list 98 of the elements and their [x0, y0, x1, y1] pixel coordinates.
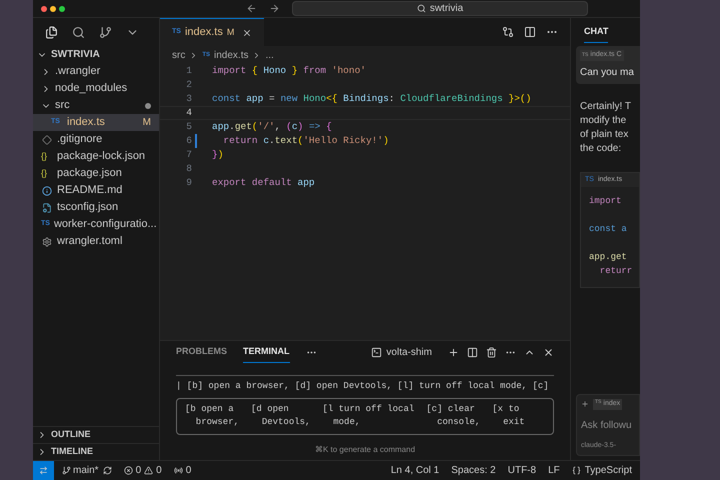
back-arrow-icon[interactable] [246, 3, 257, 14]
file-tree-item[interactable]: src [33, 97, 159, 114]
error-icon [124, 466, 133, 475]
code-text: export default app [212, 176, 315, 190]
message-text: Can you ma [580, 66, 635, 80]
file-tree-item[interactable]: README.md [33, 182, 159, 199]
info-file-icon [41, 186, 53, 196]
search-field[interactable]: swtrivia [292, 1, 588, 16]
remote-icon [39, 466, 48, 475]
sync-icon[interactable] [102, 466, 112, 475]
search-icon[interactable] [72, 26, 85, 38]
breadcrumb-item[interactable]: ... [265, 48, 274, 62]
file-tree-item[interactable]: {} package.json [33, 165, 159, 182]
file-tree-item[interactable]: .wrangler [33, 63, 159, 80]
code-text: import [589, 195, 622, 208]
explorer-header[interactable]: SWTRIVIA [33, 46, 159, 63]
add-icon[interactable] [581, 400, 589, 408]
sidebar-section-header[interactable]: OUTLINE [33, 426, 159, 443]
reply-text: Certainly! T [580, 100, 632, 114]
branch-button[interactable]: main* [62, 463, 99, 478]
status-item[interactable]: UTF-8 [508, 463, 536, 478]
split-terminal-icon[interactable] [467, 346, 478, 358]
file-name: index.ts [67, 115, 106, 130]
search-icon [416, 4, 426, 13]
file-tree-item[interactable]: tsconfig.json [33, 199, 159, 216]
gear-file-icon [41, 236, 53, 246]
input-field[interactable]: Ask followu [581, 418, 635, 432]
file-name: tsconfig.json [57, 200, 120, 216]
antenna-icon [174, 466, 183, 475]
panel-tab[interactable]: PROBLEMS [176, 341, 228, 363]
chat-tab[interactable]: CHAT [584, 20, 608, 44]
file-tree-item[interactable]: {} package-lock.json [33, 148, 159, 165]
terminal-box-text: [c] clear console, [426, 402, 480, 429]
status-item[interactable]: LF [548, 463, 560, 478]
file-name: .wrangler [55, 64, 102, 80]
terminal-box-text: [x to exit [492, 402, 525, 429]
line-number: 1 [185, 64, 192, 78]
file-name: node_modules [55, 81, 128, 96]
terminal-icon [371, 346, 382, 358]
line-number: 7 [185, 148, 192, 162]
code-text: const app = new Hono<{ Bindings: CloudflareBindings }>() [212, 92, 532, 106]
new-terminal-icon[interactable] [448, 346, 459, 358]
terminal-box-text: [b open a browser, [185, 402, 240, 429]
explorer-icon[interactable] [45, 26, 58, 38]
file-tree-item[interactable]: .gitignore [33, 131, 159, 148]
json-file-icon: {} [41, 150, 53, 164]
status-item[interactable]: TypeScript [572, 463, 632, 478]
problems-button[interactable]: 0 0 [124, 463, 162, 478]
source-control-icon[interactable] [99, 26, 112, 38]
ports-button[interactable]: 0 [174, 463, 192, 478]
breadcrumb-item[interactable]: src [172, 48, 186, 62]
code-text: app.get [589, 251, 628, 264]
line-number: 8 [185, 162, 192, 176]
file-tree-item[interactable]: wrangler.toml [33, 233, 159, 250]
code-text: return c.text('Hello Ricky!') [222, 134, 389, 148]
git-status: M [142, 116, 151, 130]
code-text: app.get('/', (c) => { [212, 120, 332, 134]
file-name: package-lock.json [57, 149, 146, 164]
code-text: import { Hono } from 'hono' [212, 64, 366, 78]
file-name: .gitignore [57, 132, 104, 148]
reply-text: the code: [580, 142, 622, 156]
file-tree-item[interactable]: node_modules [33, 80, 159, 97]
status-item[interactable]: Spaces: 2 [451, 463, 496, 478]
config-file-icon [41, 202, 53, 212]
terminal-box-text: [d open Devtools, [251, 402, 310, 429]
line-number: 6 [185, 134, 192, 148]
panel-tab[interactable]: TERMINAL [243, 340, 290, 364]
file-name: src [55, 98, 71, 114]
code-text: }) [212, 148, 224, 162]
git-file-icon [41, 134, 53, 144]
branch-icon [62, 466, 71, 475]
json-file-icon: {} [41, 166, 53, 180]
compare-icon[interactable] [502, 26, 514, 38]
code-text: returr [598, 265, 631, 278]
reply-text: modify the [580, 114, 628, 128]
file-name: worker-configuratio... [54, 217, 157, 232]
forward-arrow-icon[interactable] [269, 3, 280, 14]
file-name: README.md [57, 183, 124, 198]
file-name: package.json [57, 166, 123, 182]
line-number: 3 [185, 92, 192, 106]
status-item[interactable]: Ln 4, Col 1 [390, 463, 440, 478]
line-number: 5 [185, 120, 192, 134]
reply-text: of plain tex [580, 128, 630, 142]
warning-icon [144, 466, 154, 475]
terminal-line: | [b] open a browser, [d] open Devtools, [l] turn off local mode, [c] [176, 375, 554, 394]
terminal-name[interactable]: volta-shim [386, 344, 432, 360]
code-text: const a [589, 223, 628, 236]
terminal-box-text: [l turn off local mode, [322, 402, 414, 429]
trash-icon[interactable] [486, 346, 497, 358]
close-icon[interactable] [242, 28, 252, 38]
remote-button[interactable] [33, 461, 54, 480]
line-number: 2 [185, 78, 192, 92]
file-name: wrangler.toml [57, 234, 124, 250]
close-icon[interactable] [543, 346, 554, 358]
terminal-hint: ⌘K to generate a command [314, 444, 416, 456]
line-number: 4 [185, 106, 192, 120]
line-number: 9 [185, 176, 192, 190]
split-editor-icon[interactable] [524, 26, 536, 38]
